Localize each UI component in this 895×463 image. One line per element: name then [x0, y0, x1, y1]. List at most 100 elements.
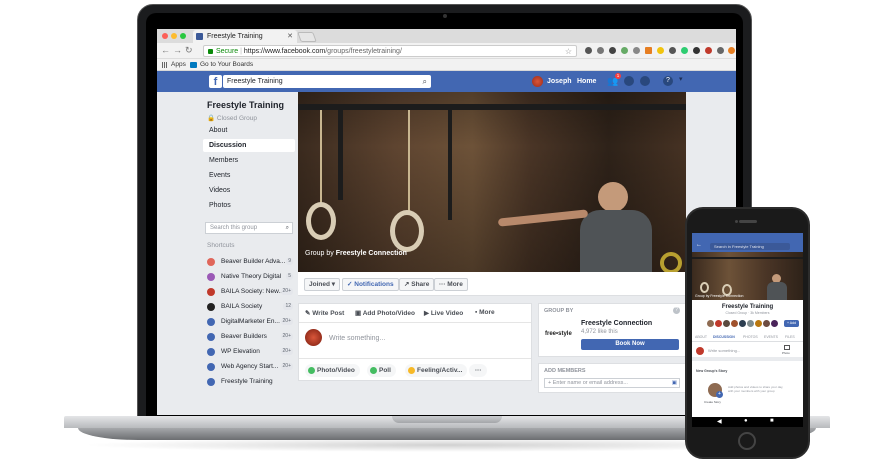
extension-icon[interactable] [597, 47, 604, 54]
tab-live-video[interactable]: ▶ Live Video [424, 309, 463, 317]
close-window-icon[interactable] [162, 33, 168, 39]
shortcut-item[interactable]: Beaver Builders 20+ [203, 330, 295, 343]
profile-avatar[interactable] [532, 76, 543, 87]
member-avatar[interactable] [770, 319, 779, 328]
home-link[interactable]: Home [577, 76, 596, 87]
shortcut-item[interactable]: Freestyle Training [203, 375, 295, 388]
group-cover-photo[interactable] [298, 92, 686, 274]
extension-icon[interactable] [645, 47, 652, 54]
facebook-search-input[interactable]: Freestyle Training ⌕ [223, 75, 431, 88]
share-button[interactable]: ↗ Share [399, 278, 435, 291]
shortcut-item[interactable]: BAILA Society: New... 20+ [203, 285, 295, 298]
extension-icon[interactable] [621, 47, 628, 54]
sidebar-item-photos[interactable]: Photos [203, 199, 295, 212]
sidebar-item-about[interactable]: About [203, 124, 295, 137]
tab-write-post[interactable]: ✎ Write Post [305, 309, 344, 317]
secure-label: Secure [216, 48, 239, 55]
camera-icon[interactable] [784, 345, 790, 350]
minimize-window-icon[interactable] [171, 33, 177, 39]
bookmark-star-icon[interactable]: ☆ [565, 46, 572, 57]
shortcut-item[interactable]: WP Elevation 20+ [203, 345, 295, 358]
extension-icon[interactable] [681, 47, 688, 54]
browser-tab[interactable]: Freestyle Training ✕ [193, 30, 297, 43]
extension-icon[interactable] [717, 47, 724, 54]
search-icon[interactable]: ⌕ [423, 75, 427, 88]
info-icon[interactable]: ? [673, 307, 680, 314]
extension-icon[interactable] [609, 47, 616, 54]
phone-composer-input[interactable]: Write something... [708, 348, 740, 353]
back-icon[interactable]: ← [696, 242, 702, 248]
phone-composer-avatar [696, 347, 704, 355]
extension-icon[interactable] [693, 47, 700, 54]
feeling-button[interactable]: Feeling/Activ... [405, 364, 468, 377]
sidebar-item-members[interactable]: Members [203, 154, 295, 167]
android-home-icon[interactable]: ● [744, 418, 748, 424]
phone-tab-discussion[interactable]: DISCUSSION [713, 333, 735, 342]
composer-more-button[interactable]: ··· [469, 364, 487, 377]
contacts-icon[interactable]: ▣ [672, 379, 677, 388]
rig-beam [298, 104, 686, 110]
messenger-icon[interactable] [624, 76, 634, 86]
shortcut-item[interactable]: BAILA Society 12 [203, 300, 295, 313]
group-owner-name[interactable]: Freestyle Connection [581, 320, 652, 327]
sidebar-item-events[interactable]: Events [203, 169, 295, 182]
account-menu-icon[interactable]: ▾ [679, 75, 683, 83]
phone-tab-photos[interactable]: PHOTOS [743, 333, 758, 342]
extension-icon[interactable] [669, 47, 676, 54]
poll-button[interactable]: Poll [367, 364, 396, 377]
laptop-notch [392, 416, 502, 423]
forward-icon[interactable]: → [173, 45, 182, 55]
facebook-logo-icon[interactable]: f [209, 75, 222, 88]
cover-caption-owner[interactable]: Freestyle Connection [336, 250, 407, 257]
shortcut-item[interactable]: Web Agency Start... 20+ [203, 360, 295, 373]
joined-button[interactable]: Joined ▾ [304, 278, 341, 291]
help-icon[interactable]: ? [663, 76, 673, 86]
photo-video-button[interactable]: Photo/Video [305, 364, 360, 377]
phone-add-button[interactable]: + Add [784, 320, 799, 327]
tab-add-photo-video[interactable]: ▣ Add Photo/Video [355, 309, 415, 317]
extension-icon[interactable] [585, 47, 592, 54]
phone-tab-about[interactable]: ABOUT [695, 333, 707, 342]
tab-title: Freestyle Training [207, 33, 263, 40]
group-privacy: 🔒 Closed Group [207, 115, 258, 122]
phone-search-input[interactable]: Search in Freestyle Training [710, 243, 790, 250]
rig-beam [692, 257, 803, 259]
notifications-button[interactable]: ✓ Notifications [342, 278, 399, 291]
tab-more[interactable]: ▪ More [475, 309, 495, 316]
new-tab-button[interactable] [297, 32, 317, 42]
bookmark-boards[interactable]: Go to Your Boards [200, 59, 253, 71]
group-search-input[interactable]: Search this group ⌕ [205, 222, 293, 234]
android-recents-icon[interactable]: ■ [770, 418, 774, 424]
search-icon[interactable]: ⌕ [286, 223, 289, 234]
phone-cover-photo[interactable]: Group by Freestyle Connection [692, 252, 803, 300]
shortcut-item[interactable]: Beaver Builder Adva... 9 [203, 255, 295, 268]
sidebar-item-discussion[interactable]: Discussion [203, 139, 295, 152]
maximize-window-icon[interactable] [180, 33, 186, 39]
bookmark-apps[interactable]: Apps [171, 59, 186, 71]
phone-tab-files[interactable]: FILES [785, 333, 795, 342]
group-name[interactable]: Freestyle Training [207, 100, 299, 110]
create-story-label[interactable]: Create Story [704, 400, 721, 404]
sidebar-item-videos[interactable]: Videos [203, 184, 295, 197]
book-now-button[interactable]: Book Now [581, 339, 679, 350]
globe-icon[interactable] [640, 76, 650, 86]
reload-icon[interactable]: ↻ [185, 45, 193, 56]
android-back-icon[interactable]: ◀ [717, 418, 722, 425]
phone-home-button[interactable] [738, 432, 756, 450]
address-bar[interactable]: Secure | https://www.facebook.com/groups… [203, 45, 577, 57]
shortcut-item[interactable]: Native Theory Digital 5 [203, 270, 295, 283]
add-story-icon[interactable]: + [716, 391, 723, 398]
more-button[interactable]: ··· More [434, 278, 468, 291]
add-members-input[interactable]: + Enter name or email address... ▣ [544, 378, 680, 388]
phone-group-tabs: ABOUT DISCUSSION PHOTOS EVENTS FILES [692, 333, 803, 342]
extension-icon[interactable] [728, 47, 735, 54]
extension-icon[interactable] [705, 47, 712, 54]
phone-tab-events[interactable]: EVENTS [764, 333, 778, 342]
extension-icon[interactable] [657, 47, 664, 54]
close-tab-icon[interactable]: ✕ [287, 30, 293, 43]
back-icon[interactable]: ← [161, 45, 170, 55]
extension-icon[interactable] [633, 47, 640, 54]
shortcut-item[interactable]: DigitalMarketer En... 20+ [203, 315, 295, 328]
composer-input[interactable]: Write something... [329, 335, 385, 342]
profile-name[interactable]: Joseph [547, 76, 572, 87]
